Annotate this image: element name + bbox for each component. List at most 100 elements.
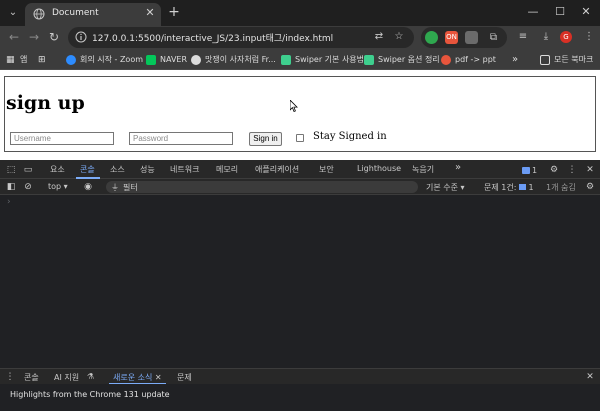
extensions-area: ON ⧉ (421, 27, 507, 48)
devtools-tab-sources[interactable]: 소스 (110, 164, 125, 175)
clear-console-icon[interactable]: ⊘ (22, 181, 34, 193)
tab-document[interactable]: Document ✕ (25, 3, 161, 26)
back-icon[interactable]: ← (6, 29, 22, 45)
page-viewport: sign up Sign in Stay Signed in (0, 70, 600, 160)
bookmark-label: NAVER (160, 55, 188, 64)
devtools-tab-memory[interactable]: 메모리 (216, 164, 238, 175)
bookmark-label: 맛쟁이 사자처럼 Fr... (205, 55, 276, 64)
devtools-tab-lighthouse[interactable]: Lighthouse (357, 164, 401, 173)
bookmark-grid[interactable]: ⊞ (38, 52, 48, 67)
maximize-icon[interactable]: ☐ (550, 3, 570, 21)
devtools-tab-elements[interactable]: 요소 (50, 164, 65, 175)
bookmark-label: pdf -> ppt (455, 55, 496, 64)
bookmark-pdf-ppt[interactable]: pdf -> ppt (441, 52, 496, 67)
minimize-icon[interactable]: — (523, 3, 543, 21)
devtools-menu-icon[interactable]: ⋮ (566, 164, 578, 176)
profile-avatar[interactable]: G (560, 31, 572, 43)
extension-gray-icon[interactable] (465, 31, 478, 44)
issues-count: 1 (532, 165, 538, 175)
stay-signed-in-label: Stay Signed in (313, 131, 387, 142)
devtools-tab-console[interactable]: 콘솔 (80, 164, 95, 175)
close-window-icon[interactable]: ✕ (576, 3, 596, 21)
hidden-count: 1개 숨김 (546, 183, 576, 192)
sign-in-button[interactable]: Sign in (249, 132, 282, 146)
console-settings-gear-icon[interactable]: ⚙ (584, 181, 596, 193)
drawer-tab-whats-new[interactable]: 새로운 소식 ✕ (113, 372, 162, 383)
sidebar-toggle-icon[interactable]: ◧ (5, 181, 17, 193)
extension-green-icon[interactable] (425, 31, 438, 44)
new-tab-button[interactable]: + (166, 4, 182, 20)
log-levels-dropdown[interactable]: 기본 수준 ▾ (426, 182, 465, 193)
issue-icon (522, 166, 530, 174)
forward-icon[interactable]: → (26, 29, 42, 45)
console-prompt[interactable]: › (7, 197, 11, 207)
translate-icon[interactable]: ⇄ (372, 30, 386, 44)
console-toolbar: ◧ ⊘ top ▾ ◉ ⏚ 필터 기본 수준 ▾ 문제 1건: 1 1개 숨김 … (0, 179, 600, 195)
devtools-tab-security[interactable]: 보안 (319, 164, 334, 175)
mouse-cursor-icon (290, 100, 298, 112)
devtools-tab-application[interactable]: 애플리케이션 (255, 164, 299, 175)
bookmark-star-icon[interactable]: ☆ (392, 30, 406, 44)
menu-kebab-icon[interactable]: ⋮ (582, 30, 596, 44)
devtools-tab-recorder[interactable]: 녹음기 (412, 164, 434, 175)
filter-icon: ⏚ (111, 183, 119, 192)
zoom-icon (66, 54, 76, 65)
bookmark-swiper-options[interactable]: Swiper 옵션 정리 (364, 52, 440, 67)
devtools-tab-performance[interactable]: 성능 (140, 164, 155, 175)
whats-new-close-icon[interactable]: ✕ (155, 373, 162, 382)
devtools-more-tabs-icon[interactable]: » (455, 162, 461, 173)
whats-new-headline[interactable]: Highlights from the Chrome 131 update (10, 390, 170, 399)
password-input[interactable] (129, 132, 233, 145)
bookmark-apps[interactable]: ▦ 앱 (6, 52, 27, 67)
drawer-tab-issues[interactable]: 문제 (177, 372, 192, 383)
apps-grid-icon: ▦ (6, 54, 15, 65)
device-toolbar-icon[interactable]: ▭ (22, 164, 34, 176)
context-selector[interactable]: top ▾ (48, 182, 68, 191)
drawer-tab-console[interactable]: 콘솔 (24, 372, 39, 383)
all-bookmarks[interactable]: 모든 북마크 (540, 52, 593, 67)
swiper-icon (364, 54, 374, 65)
issues-badge: 1 (528, 183, 534, 192)
drawer-menu-icon[interactable]: ⋮ (4, 371, 16, 383)
bookmarks-bar: ▦ 앱 ⊞ 회의 시작 - Zoom NAVER 맛쟁이 사자처럼 Fr... … (0, 49, 600, 70)
address-bar[interactable]: 127.0.0.1:5500/interactive_JS/23.input태그… (68, 27, 414, 48)
devtools-tab-network[interactable]: 네트워크 (170, 164, 199, 175)
site-info-icon[interactable] (75, 31, 87, 43)
bookmark-apps-label: 앱 (20, 55, 28, 64)
download-icon[interactable]: ⤓ (539, 30, 553, 44)
bookmark-swiper-basic[interactable]: Swiper 기본 사용법 (281, 52, 364, 67)
devtools-close-icon[interactable]: ✕ (584, 164, 596, 176)
username-input[interactable] (10, 132, 114, 145)
tab-search-icon[interactable]: ⌄ (4, 4, 22, 22)
console-filter[interactable]: ⏚ 필터 (106, 181, 418, 193)
settings-gear-icon[interactable]: ⚙ (548, 164, 560, 176)
stay-signed-in-checkbox[interactable] (296, 134, 304, 142)
console-output[interactable]: › (0, 195, 600, 368)
tab-strip: ⌄ Document ✕ + — ☐ ✕ (0, 0, 600, 26)
inspect-element-icon[interactable]: ⬚ (5, 164, 17, 176)
bookmark-likelion[interactable]: 맛쟁이 사자처럼 Fr... (191, 52, 276, 67)
issues-label: 문제 1건: (484, 183, 517, 192)
tab-groups-icon[interactable]: ≡ (516, 30, 530, 44)
naver-icon (146, 54, 156, 65)
drawer-tab-ai[interactable]: AI 지원 (54, 372, 79, 383)
bookmarks-more-icon[interactable]: » (512, 52, 518, 67)
reload-icon[interactable]: ↻ (46, 29, 62, 45)
live-expression-eye-icon[interactable]: ◉ (82, 181, 94, 193)
tab-title: Document (52, 8, 99, 18)
all-bookmarks-label: 모든 북마크 (554, 55, 594, 64)
issues-counter[interactable]: 1 (522, 165, 537, 175)
bookmark-naver[interactable]: NAVER (146, 52, 187, 67)
extensions-puzzle-icon[interactable]: ⧉ (487, 31, 500, 44)
filter-placeholder: 필터 (123, 183, 138, 192)
bookmark-label: Swiper 옵션 정리 (378, 55, 440, 64)
grid-icon: ⊞ (38, 54, 46, 65)
drawer-close-icon[interactable]: ✕ (584, 371, 596, 383)
issue-icon (518, 184, 526, 190)
bookmark-zoom[interactable]: 회의 시작 - Zoom (66, 52, 143, 67)
tab-close-icon[interactable]: ✕ (143, 6, 157, 20)
devtools-tabbar: ⬚ ▭ 요소 콘솔 소스 성능 네트워크 메모리 애플리케이션 보안 Light… (0, 160, 600, 179)
issues-link[interactable]: 문제 1건: 1 (484, 182, 534, 193)
extension-on-icon[interactable]: ON (445, 31, 458, 44)
swiper-icon (281, 54, 291, 65)
